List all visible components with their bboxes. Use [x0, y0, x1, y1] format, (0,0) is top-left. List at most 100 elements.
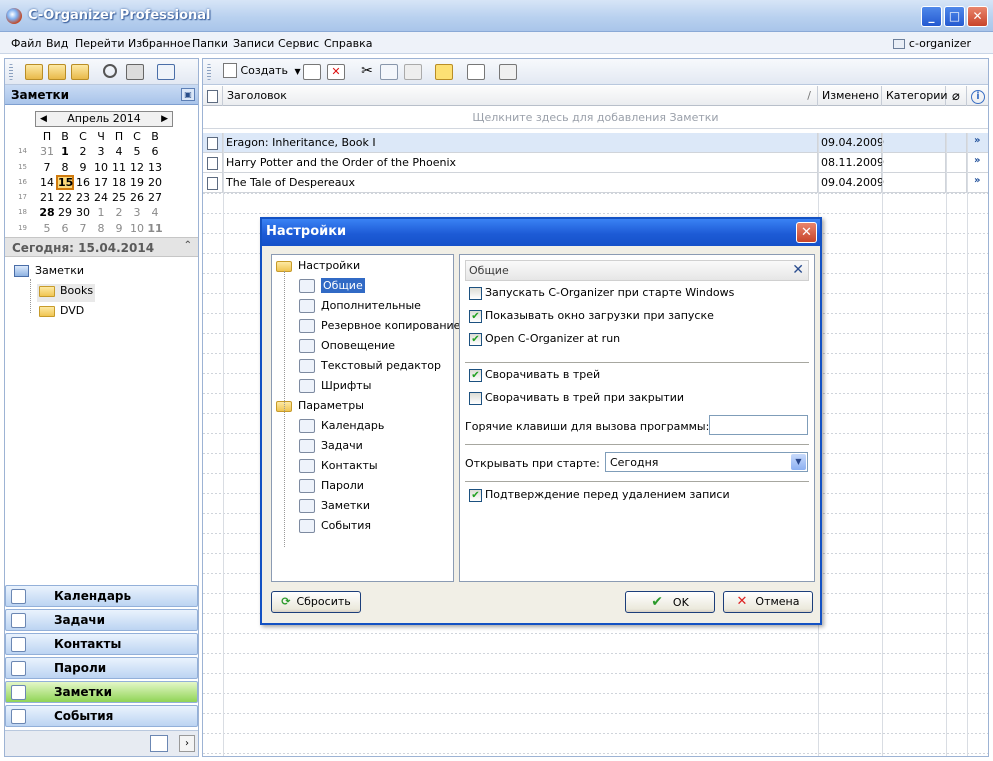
- menu-view[interactable]: Вид: [46, 37, 68, 50]
- calendar-day[interactable]: 4: [110, 144, 128, 159]
- calendar-day[interactable]: 12: [128, 160, 146, 175]
- table-row[interactable]: The Tale of Despereaux 09.04.2009 »: [203, 173, 988, 193]
- nav-notes[interactable]: Заметки: [5, 681, 198, 703]
- settings-item[interactable]: Общие: [299, 278, 365, 297]
- nav-tasks[interactable]: Задачи: [5, 609, 198, 631]
- nav-passwords[interactable]: Пароли: [5, 657, 198, 679]
- calendar-day[interactable]: 1: [56, 144, 74, 159]
- parameters-item[interactable]: Контакты: [299, 459, 378, 477]
- settings-item[interactable]: Текстовый редактор: [299, 359, 441, 377]
- menu-folders[interactable]: Папки: [192, 37, 228, 50]
- column-title[interactable]: Заголовок /: [223, 86, 818, 106]
- paste-icon[interactable]: [404, 64, 422, 80]
- calendar-day[interactable]: 13: [146, 160, 164, 175]
- option-checkbox[interactable]: ✔ Сворачивать в трей: [469, 368, 600, 384]
- calendar-day[interactable]: 15: [56, 174, 74, 191]
- edit-icon[interactable]: [303, 64, 321, 80]
- next-month-arrow[interactable]: ▶: [161, 112, 168, 126]
- new-folder-icon[interactable]: [48, 64, 66, 80]
- settings-item[interactable]: Дополнительные: [299, 299, 421, 317]
- settings-item[interactable]: Шрифты: [299, 379, 371, 397]
- calendar-day[interactable]: 2: [74, 144, 92, 159]
- calendar-day[interactable]: 6: [146, 144, 164, 159]
- calendar-day[interactable]: 7: [38, 160, 56, 175]
- calendar-day[interactable]: 1: [92, 205, 110, 220]
- checkbox-icon[interactable]: [469, 286, 482, 300]
- maximize-button[interactable]: □: [944, 6, 965, 27]
- row-title[interactable]: Harry Potter and the Order of the Phoeni…: [223, 153, 818, 173]
- calendar-small-icon[interactable]: [150, 735, 168, 752]
- calendar-day[interactable]: 25: [110, 190, 128, 205]
- table-row[interactable]: Eragon: Inheritance, Book I 09.04.2009 »: [203, 133, 988, 153]
- parameters-item[interactable]: Календарь: [299, 419, 384, 437]
- today-bar[interactable]: Сегодня: 15.04.2014 ⌃: [5, 237, 198, 257]
- menu-favorites[interactable]: Избранное: [128, 37, 190, 50]
- calendar-day[interactable]: 11: [146, 221, 164, 236]
- delete-folder-icon[interactable]: [71, 64, 89, 80]
- checkbox-icon[interactable]: ✔: [469, 309, 482, 323]
- calendar-day[interactable]: 17: [92, 175, 110, 190]
- start-view-select[interactable]: Сегодня ▼: [605, 452, 808, 472]
- calendar-day[interactable]: 6: [56, 221, 74, 236]
- parameters-group[interactable]: Параметры: [276, 399, 364, 417]
- tree-item-dvd[interactable]: DVD: [39, 304, 84, 322]
- hotkey-input[interactable]: [709, 415, 808, 435]
- prev-month-arrow[interactable]: ◀: [40, 112, 47, 126]
- row-title[interactable]: Eragon: Inheritance, Book I: [223, 133, 818, 153]
- calendar-day[interactable]: 16: [74, 175, 92, 190]
- menu-service[interactable]: Сервис: [278, 37, 319, 50]
- calendar-day[interactable]: 3: [92, 144, 110, 159]
- open-folder-icon[interactable]: [25, 64, 43, 80]
- option-checkbox[interactable]: ✔ Показывать окно загрузки при запуске: [469, 309, 714, 325]
- parameters-item[interactable]: Задачи: [299, 439, 363, 457]
- nav-contacts[interactable]: Контакты: [5, 633, 198, 655]
- row-title[interactable]: The Tale of Despereaux: [223, 173, 818, 193]
- calendar-day[interactable]: 11: [110, 160, 128, 175]
- tree-item-books[interactable]: Books: [37, 284, 96, 302]
- row-expand[interactable]: »: [967, 173, 988, 193]
- sticky-note-icon[interactable]: [435, 64, 453, 80]
- view-icon[interactable]: [499, 64, 517, 80]
- checkbox-icon[interactable]: ✔: [469, 332, 482, 346]
- profile-selector[interactable]: c-organizer: [892, 37, 971, 50]
- settings-item[interactable]: Оповещение: [299, 339, 395, 357]
- calendar-day[interactable]: 20: [146, 175, 164, 190]
- calendar-day[interactable]: 22: [56, 190, 74, 205]
- properties-icon[interactable]: [467, 64, 485, 80]
- calendar-day[interactable]: 19: [128, 175, 146, 190]
- column-modified[interactable]: Изменено: [818, 86, 882, 106]
- settings-item[interactable]: Резервное копирование: [299, 319, 460, 337]
- calendar-day[interactable]: 26: [128, 190, 146, 205]
- doc-column-header[interactable]: [203, 86, 223, 106]
- minimize-button[interactable]: _: [921, 6, 942, 27]
- column-categories[interactable]: Категории: [882, 86, 948, 106]
- menu-go[interactable]: Перейти: [75, 37, 125, 50]
- print-icon[interactable]: [126, 64, 144, 80]
- calendar-day[interactable]: 2: [110, 205, 128, 220]
- calendar-day[interactable]: 9: [110, 221, 128, 236]
- menu-records[interactable]: Записи: [233, 37, 274, 50]
- option-checkbox[interactable]: ✔ Подтверждение перед удалением записи: [469, 488, 730, 504]
- calendar-day[interactable]: 31: [38, 144, 56, 159]
- parameters-item[interactable]: Пароли: [299, 479, 364, 497]
- dialog-close-button[interactable]: ✕: [796, 222, 817, 243]
- option-checkbox[interactable]: Запускать C-Organizer при старте Windows: [469, 286, 734, 302]
- calendar-day[interactable]: 14: [38, 175, 56, 190]
- row-expand[interactable]: »: [967, 153, 988, 173]
- option-checkbox[interactable]: ✔ Open C-Organizer at run: [469, 332, 620, 348]
- calendar-day[interactable]: 24: [92, 190, 110, 205]
- delete-icon[interactable]: ✕: [327, 64, 345, 80]
- calendar-day[interactable]: 9: [74, 160, 92, 175]
- menu-help[interactable]: Справка: [324, 37, 372, 50]
- calendar-day[interactable]: 10: [128, 221, 146, 236]
- settings-group[interactable]: Настройки: [276, 259, 360, 277]
- calendar-day[interactable]: 8: [92, 221, 110, 236]
- calendar-day[interactable]: 23: [74, 190, 92, 205]
- nav-calendar[interactable]: Календарь: [5, 585, 198, 607]
- search-icon[interactable]: [103, 64, 117, 78]
- cut-icon[interactable]: ✂: [358, 64, 376, 80]
- options-icon[interactable]: [157, 64, 175, 80]
- checkbox-icon[interactable]: ✔: [469, 368, 482, 382]
- tree-root[interactable]: Заметки: [14, 264, 84, 282]
- collapse-icon[interactable]: ⌃: [184, 240, 192, 251]
